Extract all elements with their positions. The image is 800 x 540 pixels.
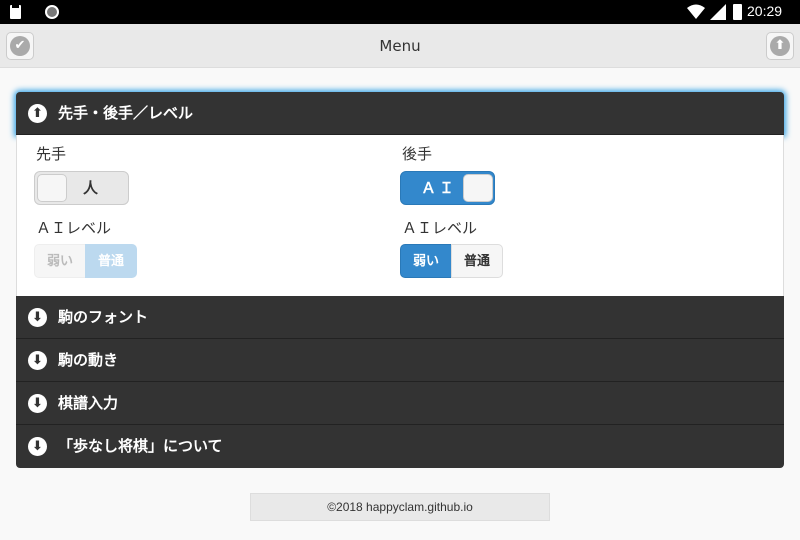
- toggle-text: ＡＩ: [421, 179, 458, 197]
- footer: ©2018 happyclam.github.io: [250, 493, 550, 521]
- section-header-kifu-input[interactable]: ⬇ 棋譜入力: [16, 382, 784, 425]
- collapsible-menu: ⬆ 先手・後手／レベル 先手 人 ＡＩレベル 弱い 普通 後手 ＡＩ ＡＩレベル…: [16, 92, 784, 469]
- header-bar: Menu ✔ ⬆: [0, 24, 800, 68]
- section-label: 「歩なし将棋」について: [58, 437, 223, 455]
- toggle-knob: [37, 174, 67, 202]
- sd-card-icon: [10, 5, 21, 19]
- signal-icon: [710, 4, 726, 20]
- section-header-piece-moves[interactable]: ⬇ 駒の動き: [16, 339, 784, 382]
- section-header-player-level[interactable]: ⬆ 先手・後手／レベル: [16, 92, 784, 135]
- toggle-text: 人: [83, 179, 99, 197]
- battery-icon: [733, 4, 742, 20]
- first-player-label: 先手: [36, 145, 67, 163]
- first-ai-level-label: ＡＩレベル: [36, 219, 112, 237]
- section-panel-player-level: 先手 人 ＡＩレベル 弱い 普通 後手 ＡＩ ＡＩレベル 弱い 普通: [16, 135, 784, 296]
- check-icon: ✔: [10, 36, 30, 56]
- second-ai-level-label: ＡＩレベル: [402, 219, 478, 237]
- arrow-up-icon: ⬆: [770, 36, 790, 56]
- second-player-label: 後手: [402, 145, 433, 163]
- page-title: Menu: [379, 37, 421, 55]
- wifi-icon: [687, 4, 705, 19]
- notification-dot-icon: [45, 5, 59, 19]
- arrow-down-icon: ⬇: [28, 394, 47, 413]
- section-label: 駒の動き: [58, 351, 119, 369]
- section-header-about[interactable]: ⬇ 「歩なし将棋」について: [16, 425, 784, 468]
- arrow-down-icon: ⬇: [28, 437, 47, 456]
- arrow-down-icon: ⬇: [28, 351, 47, 370]
- first-ai-level-control: 弱い 普通: [34, 244, 137, 278]
- arrow-down-icon: ⬇: [28, 308, 47, 327]
- first-level-normal-button[interactable]: 普通: [85, 244, 137, 278]
- section-label: 棋譜入力: [58, 394, 119, 412]
- section-label: 先手・後手／レベル: [58, 104, 194, 122]
- status-time: 20:29: [747, 3, 783, 19]
- section-header-piece-font[interactable]: ⬇ 駒のフォント: [16, 296, 784, 339]
- check-button[interactable]: ✔: [6, 32, 34, 60]
- status-bar: 20:29: [0, 0, 800, 24]
- scroll-top-button[interactable]: ⬆: [766, 32, 794, 60]
- section-label: 駒のフォント: [58, 308, 149, 326]
- second-level-normal-button[interactable]: 普通: [451, 244, 503, 278]
- toggle-knob: [463, 174, 493, 202]
- arrow-up-icon: ⬆: [28, 104, 47, 123]
- second-level-weak-button[interactable]: 弱い: [400, 244, 452, 278]
- first-player-toggle[interactable]: 人: [34, 171, 129, 205]
- first-level-weak-button[interactable]: 弱い: [34, 244, 86, 278]
- second-player-toggle[interactable]: ＡＩ: [400, 171, 495, 205]
- second-ai-level-control: 弱い 普通: [400, 244, 503, 278]
